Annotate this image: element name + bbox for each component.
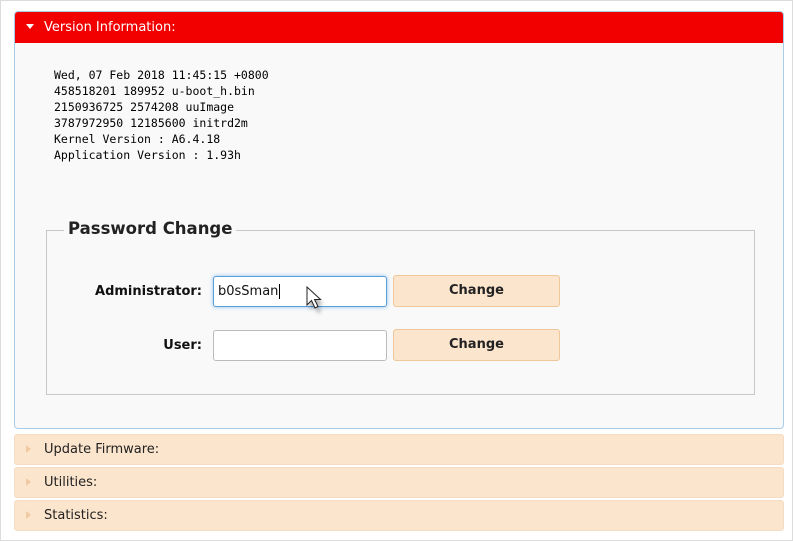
version-line: 2150936725 2574208 uuImage (54, 100, 235, 114)
administrator-change-button[interactable]: Change (393, 275, 560, 307)
statistics-title: Statistics: (44, 508, 108, 523)
triangle-right-icon (26, 444, 31, 453)
password-change-legend: Password Change (64, 219, 237, 238)
statistics-header[interactable]: Statistics: (14, 500, 784, 531)
update-firmware-title: Update Firmware: (44, 442, 160, 457)
password-change-fieldset: Password Change Administrator: b0sSman C… (46, 219, 755, 395)
administrator-label: Administrator: (95, 284, 202, 299)
text-caret (279, 284, 281, 299)
version-line: 458518201 189952 u-boot_h.bin (54, 84, 255, 98)
version-information-panel: Version Information: Wed, 07 Feb 2018 11… (14, 11, 784, 429)
triangle-right-icon (26, 510, 31, 519)
triangle-down-icon (26, 24, 34, 29)
user-label: User: (163, 338, 202, 353)
version-line: 3787972950 12185600 initrd2m (54, 116, 248, 130)
version-line: Kernel Version : A6.4.18 (54, 132, 221, 146)
utilities-header[interactable]: Utilities: (14, 467, 784, 498)
user-password-input[interactable] (213, 330, 387, 361)
user-change-button[interactable]: Change (393, 329, 560, 361)
version-line: Application Version : 1.93h (54, 148, 241, 162)
update-firmware-header[interactable]: Update Firmware: (14, 434, 784, 465)
administrator-password-input[interactable]: b0sSman (213, 276, 387, 307)
triangle-right-icon (26, 477, 31, 486)
utilities-title: Utilities: (44, 475, 98, 490)
administrator-password-value: b0sSman (218, 284, 279, 299)
version-line: Wed, 07 Feb 2018 11:45:15 +0800 (54, 68, 269, 82)
version-information-header[interactable]: Version Information: (15, 12, 783, 43)
version-information-title: Version Information: (44, 20, 176, 35)
version-details: Wed, 07 Feb 2018 11:45:15 +0800 458518201… (54, 67, 269, 163)
mouse-pointer-icon (306, 286, 324, 313)
